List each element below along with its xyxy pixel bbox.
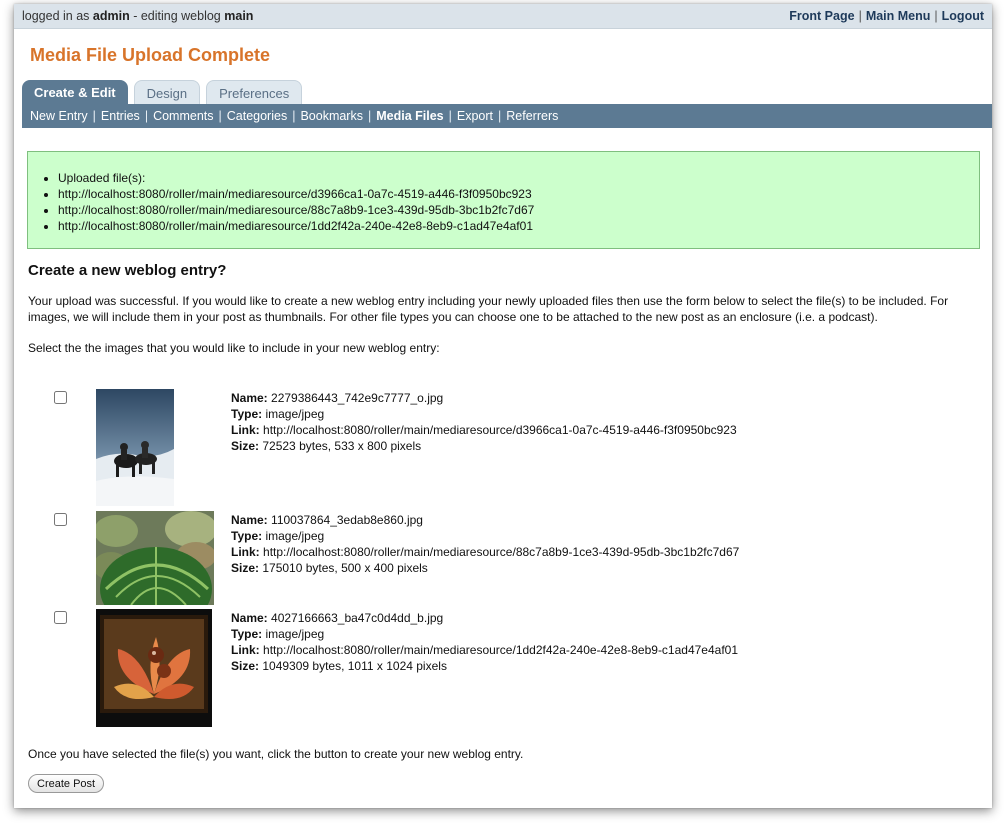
main-menu-link[interactable]: Main Menu [866, 9, 931, 23]
intro-text: Your upload was successful. If you would… [28, 294, 949, 324]
file-thumbnail [96, 609, 212, 727]
file-name: 4027166663_ba47c0d4dd_b.jpg [271, 611, 444, 625]
subnav-new-entry[interactable]: New Entry [30, 109, 88, 123]
subnav-categories[interactable]: Categories [227, 109, 287, 123]
browser-window: logged in as admin - editing weblog main… [14, 4, 992, 808]
tab-design[interactable]: Design [133, 80, 201, 105]
success-heading: Uploaded file(s): [58, 170, 979, 186]
file-size: 1049309 bytes, 1011 x 1024 pixels [262, 659, 447, 673]
select-instructions: Select the the images that you would lik… [28, 341, 440, 355]
file-type: image/jpeg [265, 627, 325, 641]
login-status: logged in as admin - editing weblog main [22, 9, 254, 23]
tab-preferences[interactable]: Preferences [206, 80, 303, 105]
top-links: Front Page | Main Menu | Logout [789, 9, 984, 23]
footer-instructions: Once you have selected the file(s) you w… [28, 747, 524, 761]
file-link: http://localhost:8080/roller/main/mediar… [263, 545, 740, 559]
uploaded-url: http://localhost:8080/roller/main/mediar… [58, 186, 979, 202]
create-post-button[interactable]: Create Post [28, 774, 105, 793]
front-page-link[interactable]: Front Page [789, 9, 854, 23]
top-bar: logged in as admin - editing weblog main… [14, 4, 992, 29]
file-name: 110037864_3edab8e860.jpg [271, 513, 423, 527]
file-details: Name: 2279386443_742e9c7777_o.jpg Type: … [231, 391, 737, 453]
file-thumbnail [96, 511, 214, 605]
upload-success-message: Uploaded file(s): http://localhost:8080/… [27, 151, 980, 249]
file-details: Name: 110037864_3edab8e860.jpg Type: ima… [231, 513, 740, 575]
file-select-checkbox[interactable] [54, 391, 67, 404]
page-title: Media File Upload Complete [30, 45, 271, 65]
uploaded-url: http://localhost:8080/roller/main/mediar… [58, 218, 979, 234]
subnav-referrers[interactable]: Referrers [506, 109, 558, 123]
file-link: http://localhost:8080/roller/main/mediar… [263, 423, 737, 437]
file-details: Name: 4027166663_ba47c0d4dd_b.jpg Type: … [231, 611, 739, 673]
main-tabs: Create & Edit Design Preferences [22, 80, 303, 105]
file-size: 72523 bytes, 533 x 800 pixels [262, 439, 422, 453]
weblog-name: main [224, 9, 254, 23]
file-size: 175010 bytes, 500 x 400 pixels [262, 561, 428, 575]
subnav-media-files[interactable]: Media Files [376, 109, 443, 123]
subnav-bookmarks[interactable]: Bookmarks [300, 109, 363, 123]
file-name: 2279386443_742e9c7777_o.jpg [271, 391, 444, 405]
main-content: Create a new weblog entry? Your upload w… [28, 262, 978, 793]
subnav-entries[interactable]: Entries [101, 109, 140, 123]
file-select-checkbox[interactable] [54, 611, 67, 624]
logout-link[interactable]: Logout [942, 9, 984, 23]
file-type: image/jpeg [265, 529, 325, 543]
subnav-export[interactable]: Export [457, 109, 493, 123]
file-select-checkbox[interactable] [54, 513, 67, 526]
file-thumbnail [96, 389, 174, 506]
file-type: image/jpeg [265, 407, 325, 421]
username: admin [92, 9, 130, 23]
file-link: http://localhost:8080/roller/main/mediar… [263, 643, 739, 657]
sub-navigation: New Entry | Entries | Comments | Categories… [22, 104, 992, 128]
section-heading: Create a new weblog entry? [28, 262, 227, 279]
tab-create-edit[interactable]: Create & Edit [22, 80, 128, 104]
uploaded-url: http://localhost:8080/roller/main/mediar… [58, 202, 979, 218]
subnav-comments[interactable]: Comments [153, 109, 213, 123]
